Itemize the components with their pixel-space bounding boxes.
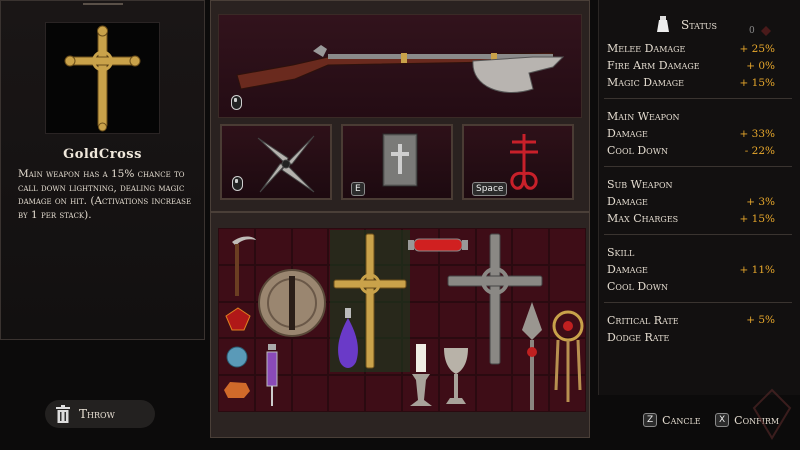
stat-group-header: Sub Weapon (607, 178, 673, 191)
inventory-cell[interactable] (291, 228, 329, 265)
stat-value: + 15% (739, 77, 775, 89)
key-z-hint: Z (643, 413, 658, 427)
item-name: GoldCross (63, 147, 142, 162)
scythe-icon (232, 236, 256, 296)
frame-ornament (83, 3, 123, 11)
stat-label: Damage (607, 263, 648, 276)
leviathan-cross-icon (510, 134, 538, 190)
inventory-cell[interactable] (549, 264, 586, 302)
stat-group-header: Main Weapon (607, 110, 680, 123)
stat-value: + 33% (739, 128, 775, 140)
amber-stone-item[interactable] (222, 380, 252, 404)
divider (604, 98, 792, 99)
holy-book-icon (382, 133, 418, 187)
shuriken-icon (257, 135, 315, 193)
inventory-cell[interactable] (254, 228, 292, 265)
potion-bottle-icon (657, 16, 669, 32)
stat-label: Damage (607, 127, 648, 140)
main-weapon-slot[interactable] (218, 14, 582, 118)
inventory-cell[interactable] (549, 228, 586, 265)
stat-value: - 22% (744, 145, 775, 157)
game-logo-icon (752, 388, 792, 440)
blue-orb-icon (226, 346, 248, 368)
stat-label: Max Charges (607, 212, 679, 225)
stat-value: + 3% (746, 196, 775, 208)
divider (604, 166, 792, 167)
syringe-item[interactable] (262, 342, 282, 412)
inventory-cell[interactable] (328, 375, 366, 412)
stat-value: + 15% (739, 213, 775, 225)
subweapon-slot[interactable] (220, 124, 332, 200)
status-top-badge: 0 (749, 26, 755, 36)
round-shield-icon (258, 269, 326, 337)
throw-label: Throw (79, 407, 115, 421)
key-space-hint: Space (472, 182, 508, 196)
stat-value: + 5% (746, 314, 775, 326)
blue-orb-item[interactable] (226, 346, 248, 372)
status-title: Status (681, 18, 718, 32)
spear-totem-item[interactable] (516, 300, 548, 416)
inventory-cell[interactable] (475, 375, 513, 412)
amber-stone-icon (224, 382, 250, 398)
potion-flask-item[interactable] (334, 306, 362, 376)
key-x-hint: X (715, 413, 730, 427)
musket-axe-icon (236, 45, 565, 93)
throw-button[interactable]: Throw (45, 400, 155, 428)
key-e-hint: E (351, 182, 365, 196)
potion-flask-icon (338, 308, 358, 368)
stat-label: Fire Arm Damage (607, 59, 700, 72)
red-gem-icon (225, 307, 251, 331)
stat-group-header: Skill (607, 246, 635, 259)
candle-icon (410, 344, 432, 406)
stat-label: Cool Down (607, 144, 668, 157)
cancel-label: Cancle (662, 413, 701, 427)
stat-label: Critical Rate (607, 314, 679, 327)
candle-item[interactable] (406, 340, 436, 414)
stat-label: Damage (607, 195, 648, 208)
round-shield-item[interactable] (256, 268, 328, 342)
stat-value: + 25% (739, 43, 775, 55)
inventory-cell[interactable] (291, 375, 329, 412)
stat-label: Cool Down (607, 280, 668, 293)
gold-cross-icon (64, 25, 141, 132)
divider (604, 234, 792, 235)
skill-slot[interactable]: Space (462, 124, 574, 200)
scythe-item[interactable] (228, 234, 258, 302)
syringe-icon (266, 344, 278, 406)
item-description: Main weapon has a 15% chance to call dow… (18, 168, 192, 221)
spellbook-slot[interactable]: E (341, 124, 453, 200)
item-portrait (45, 22, 160, 134)
spear-totem-icon (522, 302, 542, 410)
stat-label: Melee Damage (607, 42, 686, 55)
dreamcatcher-icon (552, 310, 584, 402)
inventory-cell[interactable] (365, 375, 402, 412)
mouse-right-icon (232, 176, 243, 191)
small-gem-icon (761, 26, 771, 36)
divider (604, 302, 792, 303)
inventory-cell[interactable] (291, 338, 329, 376)
red-gem-item[interactable] (224, 306, 252, 336)
stat-value: + 11% (739, 264, 775, 276)
cancel-button[interactable]: Z Cancle (643, 413, 701, 427)
dreamcatcher-item[interactable] (550, 310, 586, 410)
stat-label: Magic Damage (607, 76, 685, 89)
stat-label: Dodge Rate (607, 331, 670, 344)
trash-icon (56, 405, 70, 423)
mouse-left-icon (231, 95, 242, 110)
stat-value: + 0% (746, 60, 775, 72)
